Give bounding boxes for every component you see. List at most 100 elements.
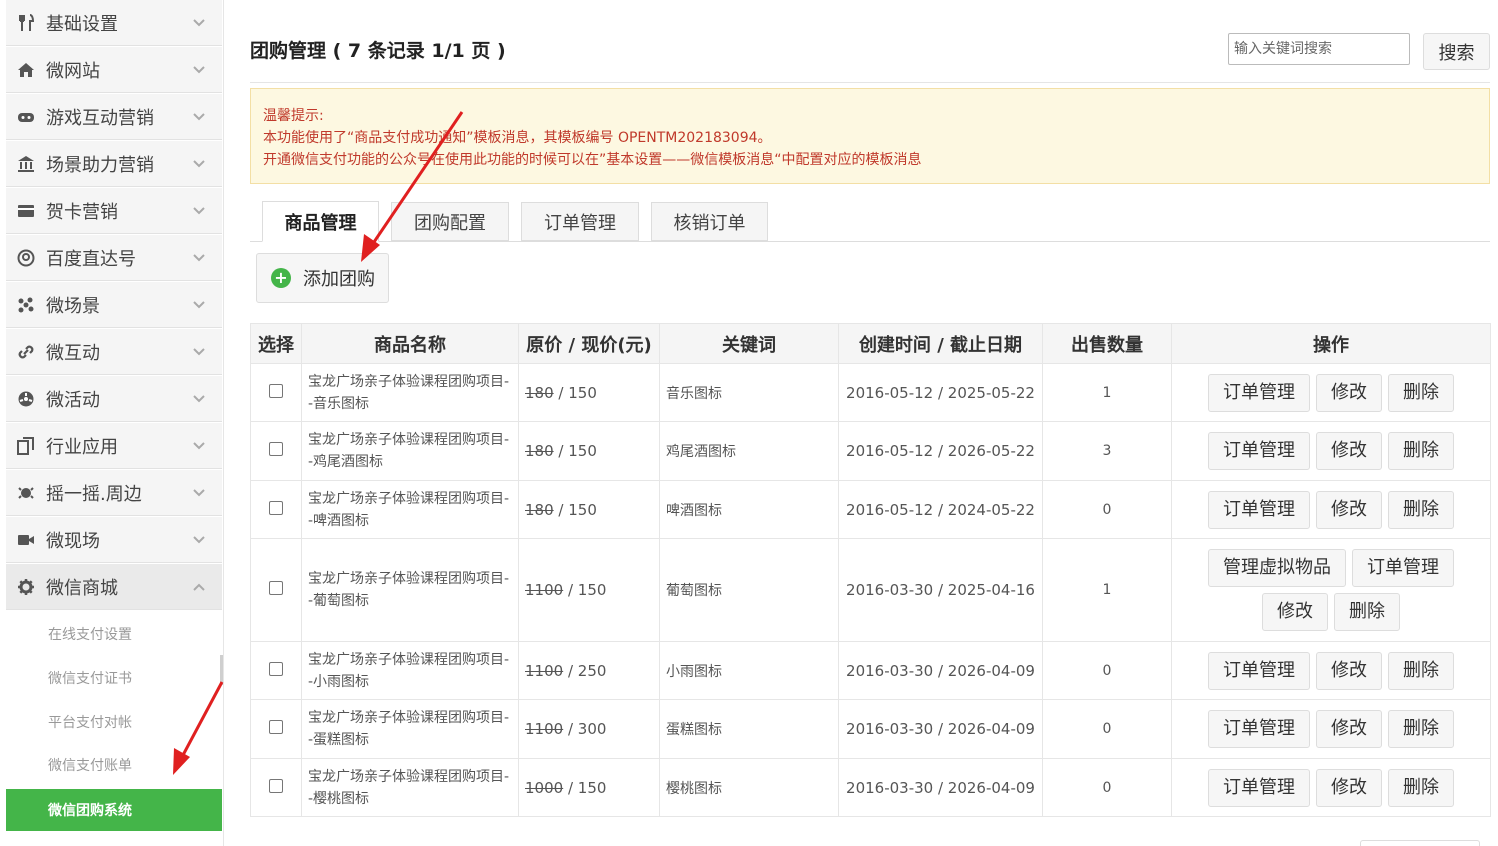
sidebar-item-shake[interactable]: 摇一摇.周边: [6, 470, 222, 516]
delete-button[interactable]: 删除: [1334, 593, 1400, 631]
date-range: 2016-03-30 / 2026-04-09: [838, 699, 1043, 759]
order-management-button[interactable]: 订单管理: [1208, 651, 1310, 690]
search-input[interactable]: [1228, 33, 1410, 65]
sold-count: 1: [1042, 363, 1172, 422]
row-checkbox[interactable]: [269, 661, 283, 676]
row-checkbox[interactable]: [269, 500, 283, 515]
sidebar-item-game-marketing[interactable]: 游戏互动营销: [6, 94, 222, 140]
notice-box: 温馨提示: 本功能使用了“商品支付成功通知”模板消息，其模板编号 OPENTM2…: [250, 88, 1490, 184]
order-management-button[interactable]: 订单管理: [1208, 432, 1310, 470]
current-price: / 300: [563, 720, 607, 738]
tab-group-config[interactable]: 团购配置: [391, 202, 509, 241]
sidebar-item-label: 微活动: [46, 389, 100, 411]
sidebar-item-label: 行业应用: [46, 436, 118, 458]
app-root: 基础设置 微网站 游戏互动营销 场景助力营销 贺卡营销 百度直达号 微场景 微互…: [0, 0, 1498, 846]
sold-count: 0: [1042, 641, 1172, 700]
sidebar-item-label: 微场景: [46, 295, 100, 317]
sidebar-item-micro-scene[interactable]: 微场景: [6, 282, 222, 328]
order-management-button[interactable]: 订单管理: [1208, 490, 1310, 529]
sub-item-group-buy-system[interactable]: 微信团购系统: [6, 789, 222, 831]
row-checkbox[interactable]: [269, 778, 283, 793]
column-header: 商品名称: [301, 323, 519, 364]
delete-button[interactable]: 删除: [1388, 651, 1454, 690]
tab-product-management[interactable]: 商品管理: [262, 201, 379, 242]
table-row: 宝龙广场亲子体验课程团购项目--樱桃图标 1000 / 150 樱桃图标 201…: [250, 758, 1491, 817]
product-name: 宝龙广场亲子体验课程团购项目--葡萄图标: [301, 538, 519, 642]
table-header-row: 选择 商品名称 原价 / 现价(元) 关键词 创建时间 / 截止日期 出售数量 …: [250, 323, 1491, 364]
sidebar-item-scene-marketing[interactable]: 场景助力营销: [6, 141, 222, 187]
order-management-button[interactable]: 订单管理: [1208, 710, 1310, 748]
row-checkbox[interactable]: [269, 383, 283, 398]
notice-line: 温馨提示:: [263, 108, 324, 124]
sold-count: 0: [1042, 480, 1172, 539]
pagination-box[interactable]: [1360, 840, 1480, 846]
edit-button[interactable]: 修改: [1316, 710, 1382, 748]
sidebar-item-baidu[interactable]: 百度直达号: [6, 235, 222, 281]
main-content: 团购管理 ( 7 条记录 1/1 页 ) 搜索 温馨提示: 本功能使用了“商品支…: [250, 0, 1491, 846]
row-checkbox[interactable]: [269, 442, 283, 456]
current-price: / 150: [553, 500, 597, 519]
table-row: 宝龙广场亲子体验课程团购项目--蛋糕图标 1100 / 300 蛋糕图标 201…: [250, 699, 1491, 759]
sidebar: 基础设置 微网站 游戏互动营销 场景助力营销 贺卡营销 百度直达号 微场景 微互…: [0, 0, 224, 846]
delete-button[interactable]: 删除: [1388, 373, 1454, 412]
row-checkbox[interactable]: [269, 581, 283, 595]
sidebar-item-label: 微现场: [46, 530, 100, 552]
sub-item-platform-reconcile[interactable]: 平台支付对帐: [6, 701, 222, 743]
original-price: 1100: [525, 661, 564, 680]
order-management-button[interactable]: 订单管理: [1208, 768, 1310, 807]
delete-button[interactable]: 删除: [1388, 490, 1454, 529]
products-table: 选择 商品名称 原价 / 现价(元) 关键词 创建时间 / 截止日期 出售数量 …: [250, 323, 1491, 817]
tab-order-management[interactable]: 订单管理: [521, 202, 639, 241]
chevron-down-icon: [192, 392, 206, 406]
sub-item-payment-cert[interactable]: 微信支付证书: [6, 657, 222, 699]
order-management-button[interactable]: 订单管理: [1352, 549, 1454, 587]
search-button[interactable]: 搜索: [1423, 33, 1490, 70]
page-title: 团购管理 ( 7 条记录 1/1 页 ): [250, 40, 506, 62]
row-checkbox[interactable]: [269, 720, 283, 734]
product-name: 宝龙广场亲子体验课程团购项目--蛋糕图标: [301, 699, 519, 759]
add-group-buy-button[interactable]: + 添加团购: [256, 253, 389, 303]
sub-item-label: 在线支付设置: [48, 627, 132, 643]
sidebar-item-label: 微信商城: [46, 577, 118, 599]
edit-button[interactable]: 修改: [1316, 490, 1382, 529]
edit-button[interactable]: 修改: [1316, 651, 1382, 690]
gamepad-icon: [16, 107, 36, 127]
chevron-down-icon: [192, 439, 206, 453]
edit-button[interactable]: 修改: [1316, 432, 1382, 470]
edit-button[interactable]: 修改: [1316, 768, 1382, 807]
sidebar-item-basic-settings[interactable]: 基础设置: [6, 0, 222, 46]
column-header: 操作: [1171, 323, 1491, 364]
sub-item-payment-bill[interactable]: 微信支付账单: [6, 744, 222, 786]
tab-verify-orders[interactable]: 核销订单: [651, 202, 768, 241]
keyword: 鸡尾酒图标: [659, 421, 839, 481]
sidebar-item-live[interactable]: 微现场: [6, 517, 222, 563]
sidebar-item-micro-activity[interactable]: 微活动: [6, 376, 222, 422]
sidebar-item-micro-site[interactable]: 微网站: [6, 47, 222, 93]
sidebar-item-micro-interaction[interactable]: 微互动: [6, 329, 222, 375]
sub-item-online-payment[interactable]: 在线支付设置: [6, 613, 222, 655]
card-icon: [16, 201, 36, 221]
sub-item-label: 平台支付对帐: [48, 715, 132, 731]
delete-button[interactable]: 删除: [1388, 768, 1454, 807]
manage-virtual-items-button[interactable]: 管理虚拟物品: [1208, 549, 1346, 587]
sidebar-item-wechat-mall[interactable]: 微信商城: [6, 564, 222, 610]
sold-count: 1: [1042, 538, 1172, 642]
user-circle-icon: [16, 248, 36, 268]
sidebar-item-label: 贺卡营销: [46, 201, 118, 223]
sidebar-item-label: 基础设置: [46, 13, 118, 35]
edit-button[interactable]: 修改: [1262, 593, 1328, 631]
chevron-down-icon: [192, 251, 206, 265]
edit-button[interactable]: 修改: [1316, 373, 1382, 412]
chevron-down-icon: [192, 533, 206, 547]
delete-button[interactable]: 删除: [1388, 710, 1454, 748]
current-price: / 150: [563, 778, 607, 797]
chevron-down-icon: [192, 110, 206, 124]
order-management-button[interactable]: 订单管理: [1208, 373, 1310, 412]
notice-line: 开通微信支付功能的公众号在使用此功能的时候可以在”基本设置——微信模板消息“中配…: [263, 152, 922, 168]
sidebar-item-industry-apps[interactable]: 行业应用: [6, 423, 222, 469]
sidebar-item-card-marketing[interactable]: 贺卡营销: [6, 188, 222, 234]
date-range: 2016-03-30 / 2026-04-09: [838, 758, 1043, 817]
delete-button[interactable]: 删除: [1388, 432, 1454, 470]
current-price: / 150: [563, 581, 607, 599]
column-header: 选择: [250, 323, 302, 364]
